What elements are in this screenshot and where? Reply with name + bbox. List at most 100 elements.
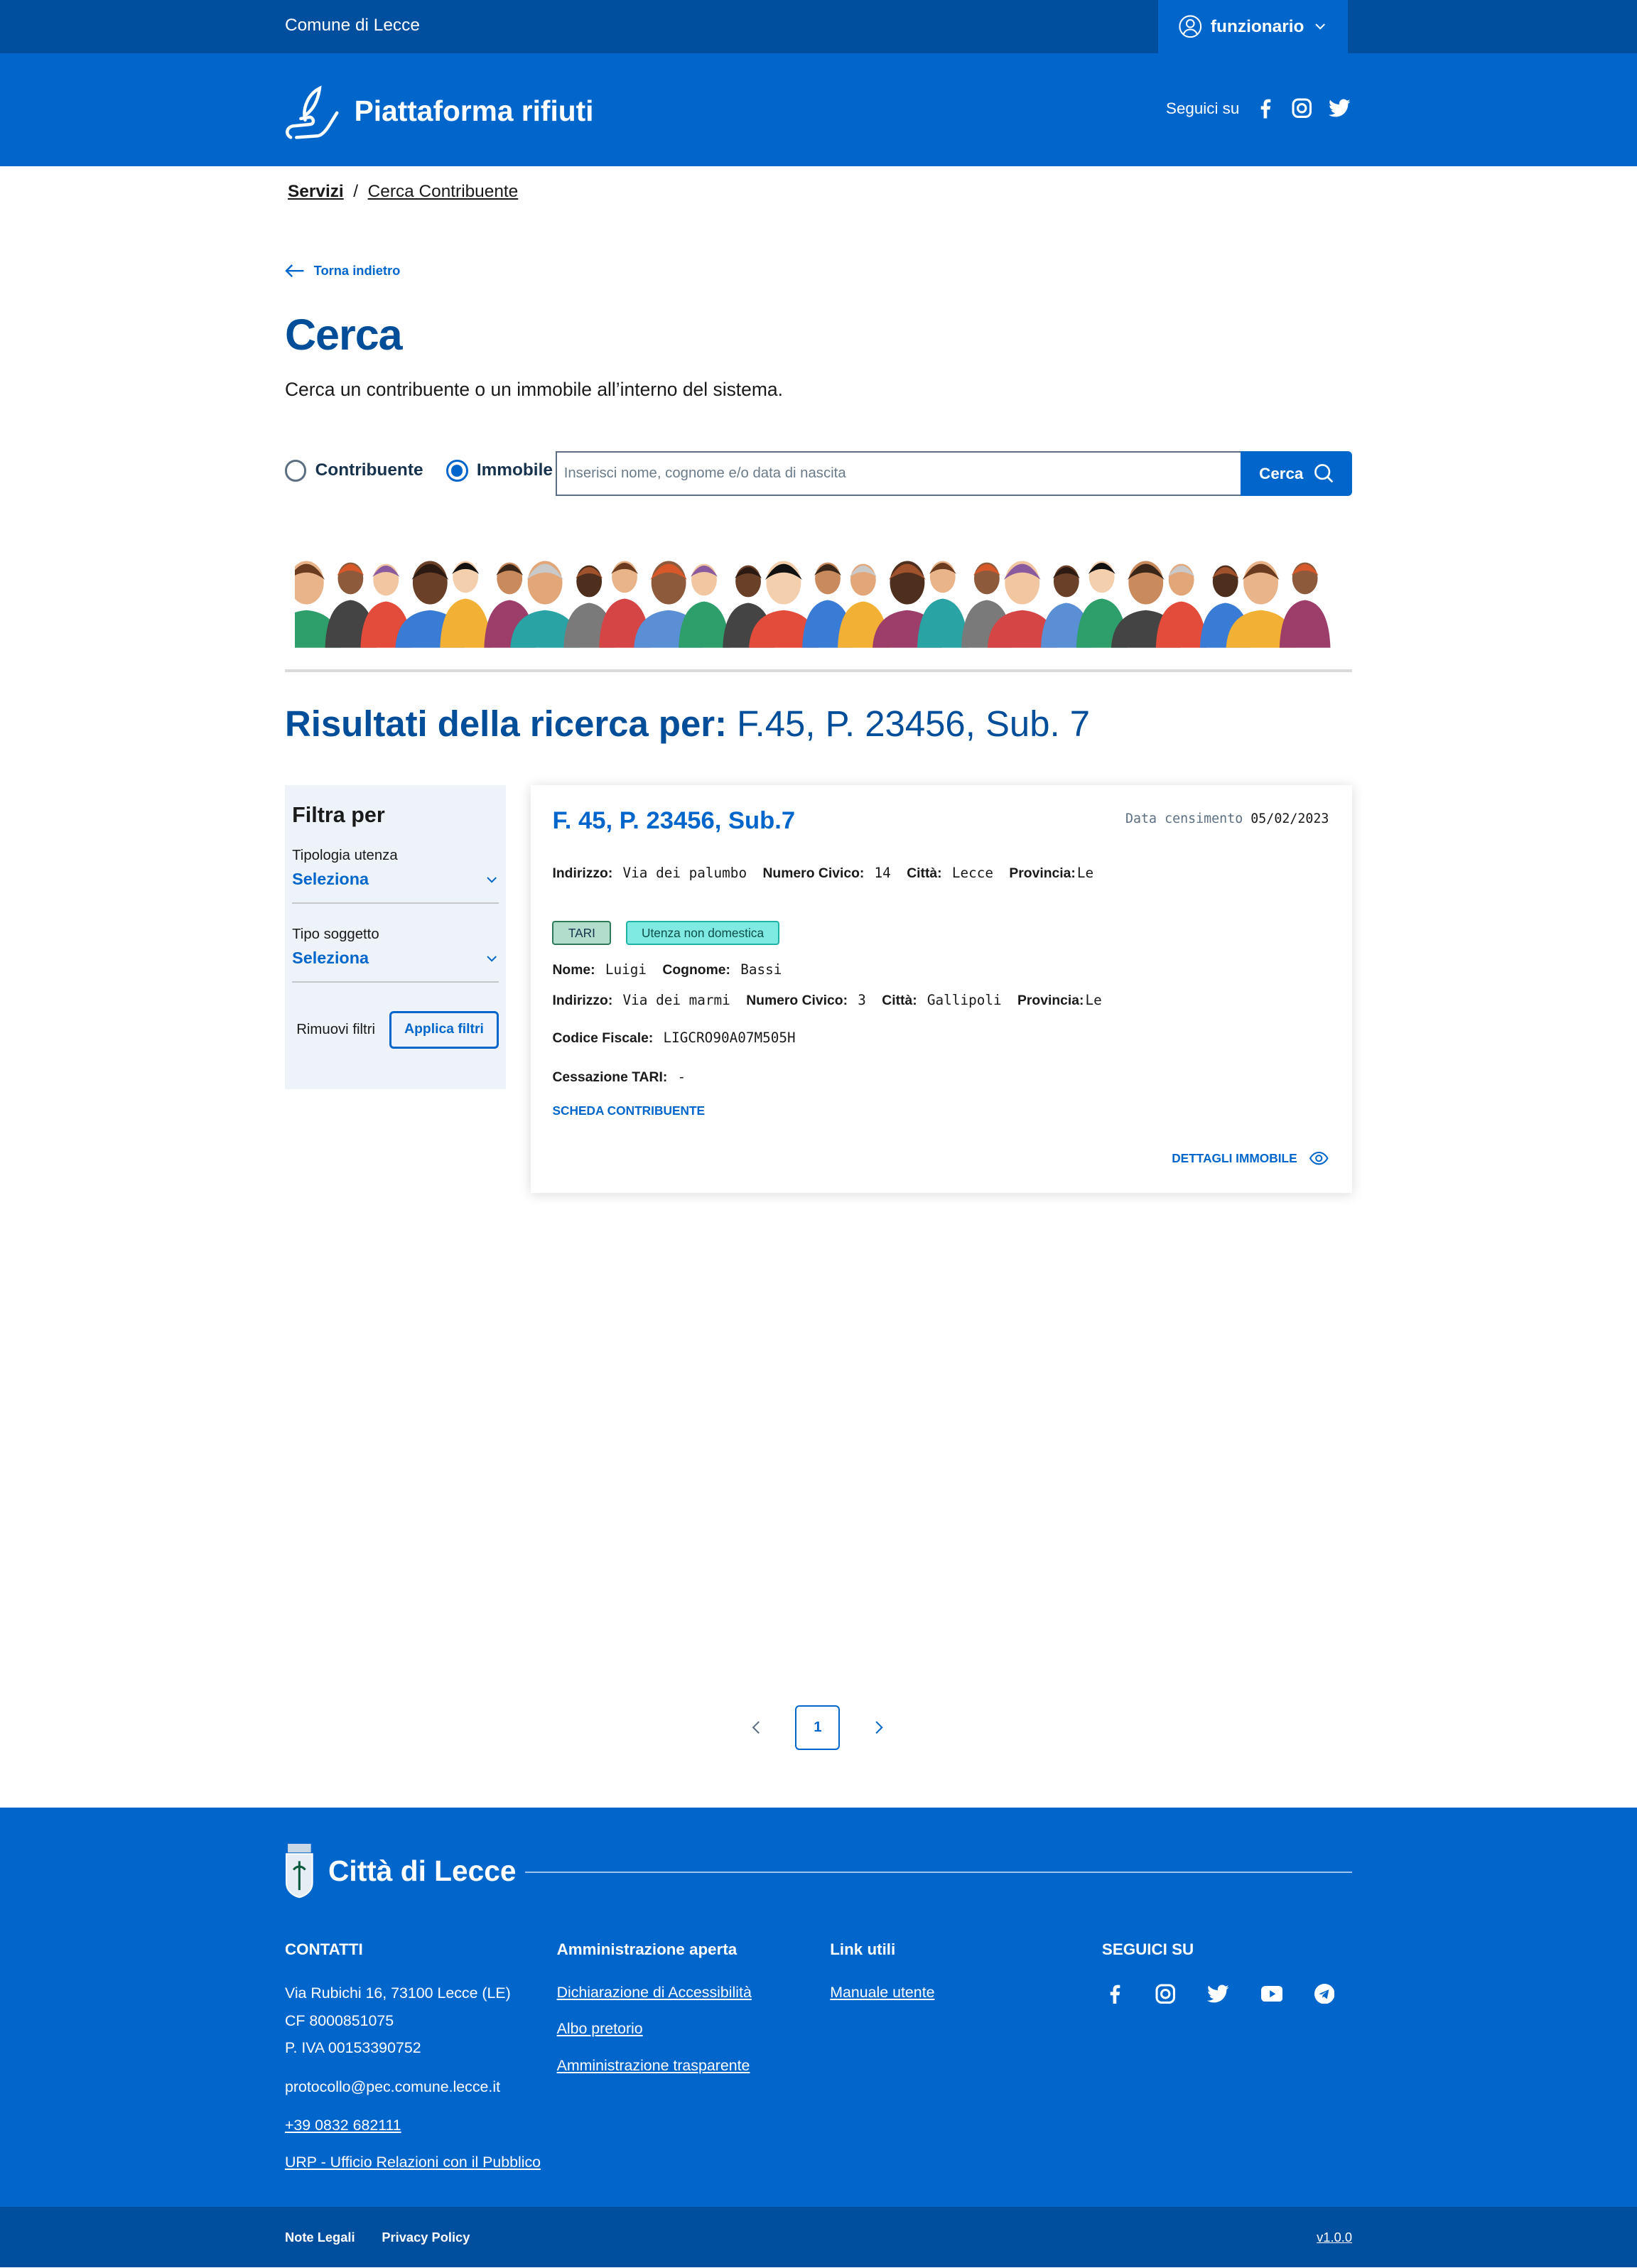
admin-title: Amministrazione aperta: [556, 1940, 738, 1959]
filters-title: Filtra per: [292, 802, 385, 827]
page-title: Cerca: [284, 310, 403, 359]
chevron-right-icon[interactable]: [872, 1719, 886, 1736]
value: Via dei palumbo: [622, 865, 747, 882]
chevron-down-icon: [1314, 23, 1325, 30]
contacts-title: CONTATTI: [284, 1940, 363, 1959]
address: Via Rubichi 16, 73100 Lecce (LE): [284, 1984, 511, 2002]
tari-badge: TARI: [552, 921, 612, 945]
label: Provincia:: [1009, 866, 1076, 882]
top-bar: Comune di Lecce funzionario: [0, 0, 1637, 54]
page-button-current[interactable]: 1: [795, 1705, 841, 1750]
result-card: F. 45, P. 23456, Sub.7 Data censimento 0…: [530, 785, 1352, 1194]
telegram-icon[interactable]: [1314, 1983, 1335, 2004]
tari-cessation-row: Cessazione TARI: -: [552, 1069, 691, 1086]
value: Lecce: [951, 865, 994, 882]
chevron-left-icon[interactable]: [749, 1719, 763, 1736]
transparency-link[interactable]: Amministrazione trasparente: [557, 2057, 752, 2075]
dettagli-immobile-link[interactable]: DETTAGLI IMMOBILE: [1172, 1151, 1329, 1166]
dettagli-immobile-label: DETTAGLI IMMOBILE: [1172, 1151, 1297, 1166]
results-heading: Risultati della ricerca per: F.45, P. 23…: [285, 703, 1090, 745]
person-figure: [679, 563, 730, 648]
phone-link[interactable]: +39 0832 682111: [285, 2117, 541, 2134]
scheda-contribuente-link[interactable]: SCHEDA CONTRIBUENTE: [552, 1103, 705, 1118]
utenza-badge: Utenza non domestica: [625, 921, 780, 945]
footer-brand-name: Città di Lecce: [328, 1854, 517, 1888]
privacy-policy-link[interactable]: Privacy Policy: [382, 2230, 470, 2245]
search-button[interactable]: Cerca: [1241, 451, 1352, 497]
radio-label: Contribuente: [315, 460, 423, 480]
radio-circle-selected[interactable]: [446, 460, 468, 482]
header-social: Seguici su: [1166, 98, 1351, 119]
label: Numero Civico:: [746, 993, 848, 1009]
property-address-row: Indirizzo: Via dei palumbo Numero Civico:…: [552, 865, 1099, 882]
value: Luigi: [605, 961, 647, 978]
accessibility-link[interactable]: Dichiarazione di Accessibilità: [557, 1984, 752, 2002]
header: Piattaforma rifiuti Seguici su: [0, 53, 1637, 167]
value: Via dei marmi: [622, 992, 730, 1009]
albo-pretorio-link[interactable]: Albo pretorio: [557, 2020, 752, 2038]
value: Le: [1085, 992, 1102, 1009]
value: -: [677, 1069, 686, 1086]
piva: P. IVA 00153390752: [284, 2039, 421, 2057]
user-icon: [1179, 15, 1202, 38]
census-date: Data censimento 05/02/2023: [1125, 811, 1329, 826]
filters-panel: Filtra per Tipologia utenza Seleziona Ti…: [284, 785, 507, 1089]
twitter-icon[interactable]: [1329, 99, 1351, 117]
label: Cessazione TARI:: [552, 1070, 668, 1086]
radio-label: Immobile: [476, 460, 553, 480]
tipo-soggetto-select[interactable]: Seleziona: [292, 949, 499, 983]
radio-immobile[interactable]: Immobile: [446, 460, 553, 482]
footer-admin: Amministrazione aperta Dichiarazione di …: [557, 1940, 752, 2093]
instagram-icon[interactable]: [1292, 98, 1312, 119]
breadcrumb-servizi[interactable]: Servizi: [288, 182, 344, 201]
youtube-icon[interactable]: [1260, 1986, 1283, 2002]
footer: Città di Lecce CONTATTI Via Rubichi 16, …: [0, 1808, 1637, 2207]
fiscal-code-row: Codice Fiscale: LIGCRO90A07M505H: [552, 1030, 801, 1047]
label: Cognome:: [662, 963, 730, 978]
footer-social: SEGUICI SU: [1102, 1940, 1335, 2004]
filter-label: Tipologia utenza: [292, 848, 398, 864]
radio-contribuente[interactable]: Contribuente: [284, 460, 423, 482]
select-value: Seleziona: [292, 949, 369, 968]
twitter-icon[interactable]: [1207, 1984, 1229, 2003]
label: Numero Civico:: [762, 866, 865, 882]
facebook-icon[interactable]: [1106, 1984, 1123, 2004]
social-title: SEGUICI SU: [1101, 1940, 1194, 1959]
property-title[interactable]: F. 45, P. 23456, Sub.7: [552, 807, 795, 835]
version-link[interactable]: v1.0.0: [1317, 2230, 1352, 2245]
user-menu-button[interactable]: funzionario: [1158, 0, 1348, 54]
useful-title: Link utili: [830, 1940, 896, 1959]
footer-brand: Città di Lecce: [285, 1844, 517, 1899]
city-crest-icon: [285, 1844, 313, 1899]
leaf-hand-logo-icon: [286, 85, 339, 139]
brand[interactable]: Piattaforma rifiuti: [285, 80, 594, 144]
label: Indirizzo:: [552, 866, 613, 882]
pagination: 1: [749, 1705, 886, 1750]
chevron-down-icon: [487, 955, 497, 962]
apply-filters-button[interactable]: Applica filtri: [389, 1011, 499, 1049]
results-query: F.45, P. 23456, Sub. 7: [737, 703, 1091, 745]
back-link[interactable]: Torna indietro: [285, 263, 400, 279]
user-manual-link[interactable]: Manuale utente: [830, 1984, 934, 2002]
breadcrumb-cerca-contribuente[interactable]: Cerca Contribuente: [368, 182, 519, 201]
label: Indirizzo:: [552, 993, 613, 1009]
census-date-label: Data censimento: [1125, 811, 1243, 826]
facebook-icon[interactable]: [1257, 98, 1274, 119]
remove-filters-button[interactable]: Rimuovi filtri: [296, 1022, 375, 1038]
search-input[interactable]: Inserisci nome, cognome e/o data di nasc…: [555, 451, 1243, 497]
follow-label: Seguici su: [1166, 99, 1240, 117]
legal-notes-link[interactable]: Note Legali: [285, 2230, 355, 2245]
value: Gallipoli: [926, 992, 1002, 1009]
breadcrumb-separator: /: [348, 182, 363, 202]
eye-icon: [1309, 1152, 1329, 1165]
search-placeholder: Inserisci nome, cognome e/o data di nasc…: [563, 465, 846, 482]
label: Provincia:: [1017, 993, 1084, 1009]
radio-circle[interactable]: [284, 460, 307, 482]
label: Città:: [907, 866, 942, 882]
tipologia-utenza-select[interactable]: Seleziona: [292, 870, 499, 904]
instagram-icon[interactable]: [1155, 1984, 1176, 2004]
urp-link[interactable]: URP - Ufficio Relazioni con il Pubblico: [285, 2154, 541, 2171]
page-description: Cerca un contribuente o un immobile all’…: [284, 379, 783, 401]
back-label: Torna indietro: [313, 263, 401, 279]
search-type-radio-group: Contribuente Immobile: [284, 460, 553, 482]
